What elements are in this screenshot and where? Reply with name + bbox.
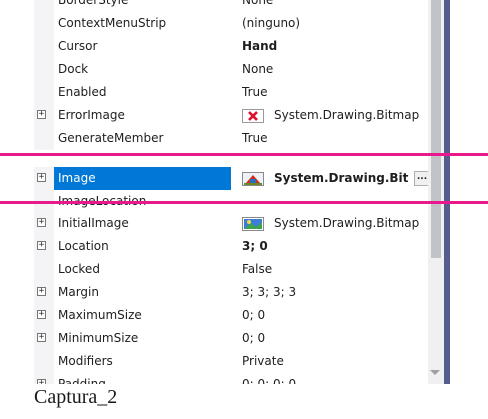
property-value[interactable]: None — [242, 58, 428, 81]
row-margin: + — [34, 104, 54, 127]
property-value[interactable]: Hand — [242, 35, 428, 58]
property-value[interactable]: 0; 0 — [242, 327, 428, 350]
property-name: Cursor — [58, 39, 98, 53]
expand-toggle[interactable]: + — [37, 310, 46, 319]
property-name: Dock — [58, 62, 89, 76]
row-margin: + — [34, 281, 54, 304]
property-row-generatemember[interactable]: GenerateMember True — [34, 127, 428, 150]
property-value[interactable]: Private — [242, 350, 428, 373]
expand-toggle[interactable]: + — [37, 110, 46, 119]
row-margin: + — [34, 235, 54, 258]
property-value-text: System.Drawing.Bitmap — [274, 216, 420, 230]
row-margin — [34, 58, 54, 81]
property-name: InitialImage — [58, 216, 129, 230]
row-margin: + — [34, 212, 54, 235]
property-name: MaximumSize — [58, 308, 142, 322]
property-value[interactable]: 3; 3; 3; 3 — [242, 281, 428, 304]
property-name: Modifiers — [58, 354, 113, 368]
property-row-initialimage[interactable]: + InitialImage System.Drawing.Bitmap — [34, 212, 428, 235]
row-margin — [34, 35, 54, 58]
scrollbar-thumb[interactable] — [431, 0, 441, 258]
property-value-text: System.Drawing.Bitmap — [274, 108, 420, 122]
property-row-maximumsize[interactable]: + MaximumSize 0; 0 — [34, 304, 428, 327]
error-image-icon — [242, 109, 264, 123]
row-margin — [34, 12, 54, 35]
row-margin — [34, 350, 54, 373]
row-margin — [34, 81, 54, 104]
scroll-down-arrow-icon[interactable] — [430, 370, 440, 375]
property-value[interactable]: 0; 0 — [242, 304, 428, 327]
row-margin — [34, 0, 54, 12]
property-value[interactable]: True — [242, 81, 428, 104]
row-margin: + — [34, 327, 54, 350]
property-row-margin[interactable]: + Margin 3; 3; 3; 3 — [34, 281, 428, 304]
expand-toggle[interactable]: + — [37, 218, 46, 227]
expand-toggle[interactable]: + — [37, 241, 46, 250]
property-name: Enabled — [58, 85, 107, 99]
property-value[interactable]: (ninguno) — [242, 12, 428, 35]
property-row-errorimage[interactable]: + ErrorImage System.Drawing.Bitmap — [34, 104, 428, 127]
property-name: Padding — [58, 377, 106, 384]
caption: Captura_2 — [34, 386, 118, 408]
property-row-cursor[interactable]: Cursor Hand — [34, 35, 428, 58]
property-row-locked[interactable]: Locked False — [34, 258, 428, 281]
property-row-location[interactable]: + Location 3; 0 — [34, 235, 428, 258]
property-value[interactable]: 0; 0; 0; 0 — [242, 373, 428, 384]
property-value[interactable]: True — [242, 127, 428, 150]
property-row-contextmenustrip[interactable]: ContextMenuStrip (ninguno) — [34, 12, 428, 35]
row-margin — [34, 258, 54, 281]
property-value[interactable]: False — [242, 258, 428, 281]
property-name: GenerateMember — [58, 131, 164, 145]
expand-toggle[interactable]: + — [37, 287, 46, 296]
property-row-padding[interactable]: + Padding 0; 0; 0; 0 — [34, 373, 428, 384]
row-margin — [34, 127, 54, 150]
property-value[interactable]: System.Drawing.Bitmap — [242, 104, 428, 127]
property-row-enabled[interactable]: Enabled True — [34, 81, 428, 104]
property-row-dock[interactable]: Dock None — [34, 58, 428, 81]
property-value[interactable]: None — [242, 0, 428, 12]
property-name: Margin — [58, 285, 99, 299]
expand-toggle[interactable]: + — [37, 379, 46, 384]
row-margin: + — [34, 304, 54, 327]
property-value[interactable]: System.Drawing.Bitmap — [242, 212, 428, 235]
row-margin: + — [34, 373, 54, 384]
property-name: Location — [58, 239, 109, 253]
expand-toggle[interactable]: + — [37, 333, 46, 342]
property-row-minimumsize[interactable]: + MinimumSize 0; 0 — [34, 327, 428, 350]
highlight-annotation — [0, 153, 488, 204]
property-value[interactable]: 3; 0 — [242, 235, 428, 258]
property-name: Locked — [58, 262, 100, 276]
property-name: ErrorImage — [58, 108, 125, 122]
initial-image-icon — [242, 217, 264, 231]
property-name: MinimumSize — [58, 331, 139, 345]
property-name: ContextMenuStrip — [58, 16, 167, 30]
property-name: BorderStyle — [58, 0, 129, 7]
property-row-borderstyle[interactable]: BorderStyle None — [34, 0, 428, 12]
property-row-modifiers[interactable]: Modifiers Private — [34, 350, 428, 373]
